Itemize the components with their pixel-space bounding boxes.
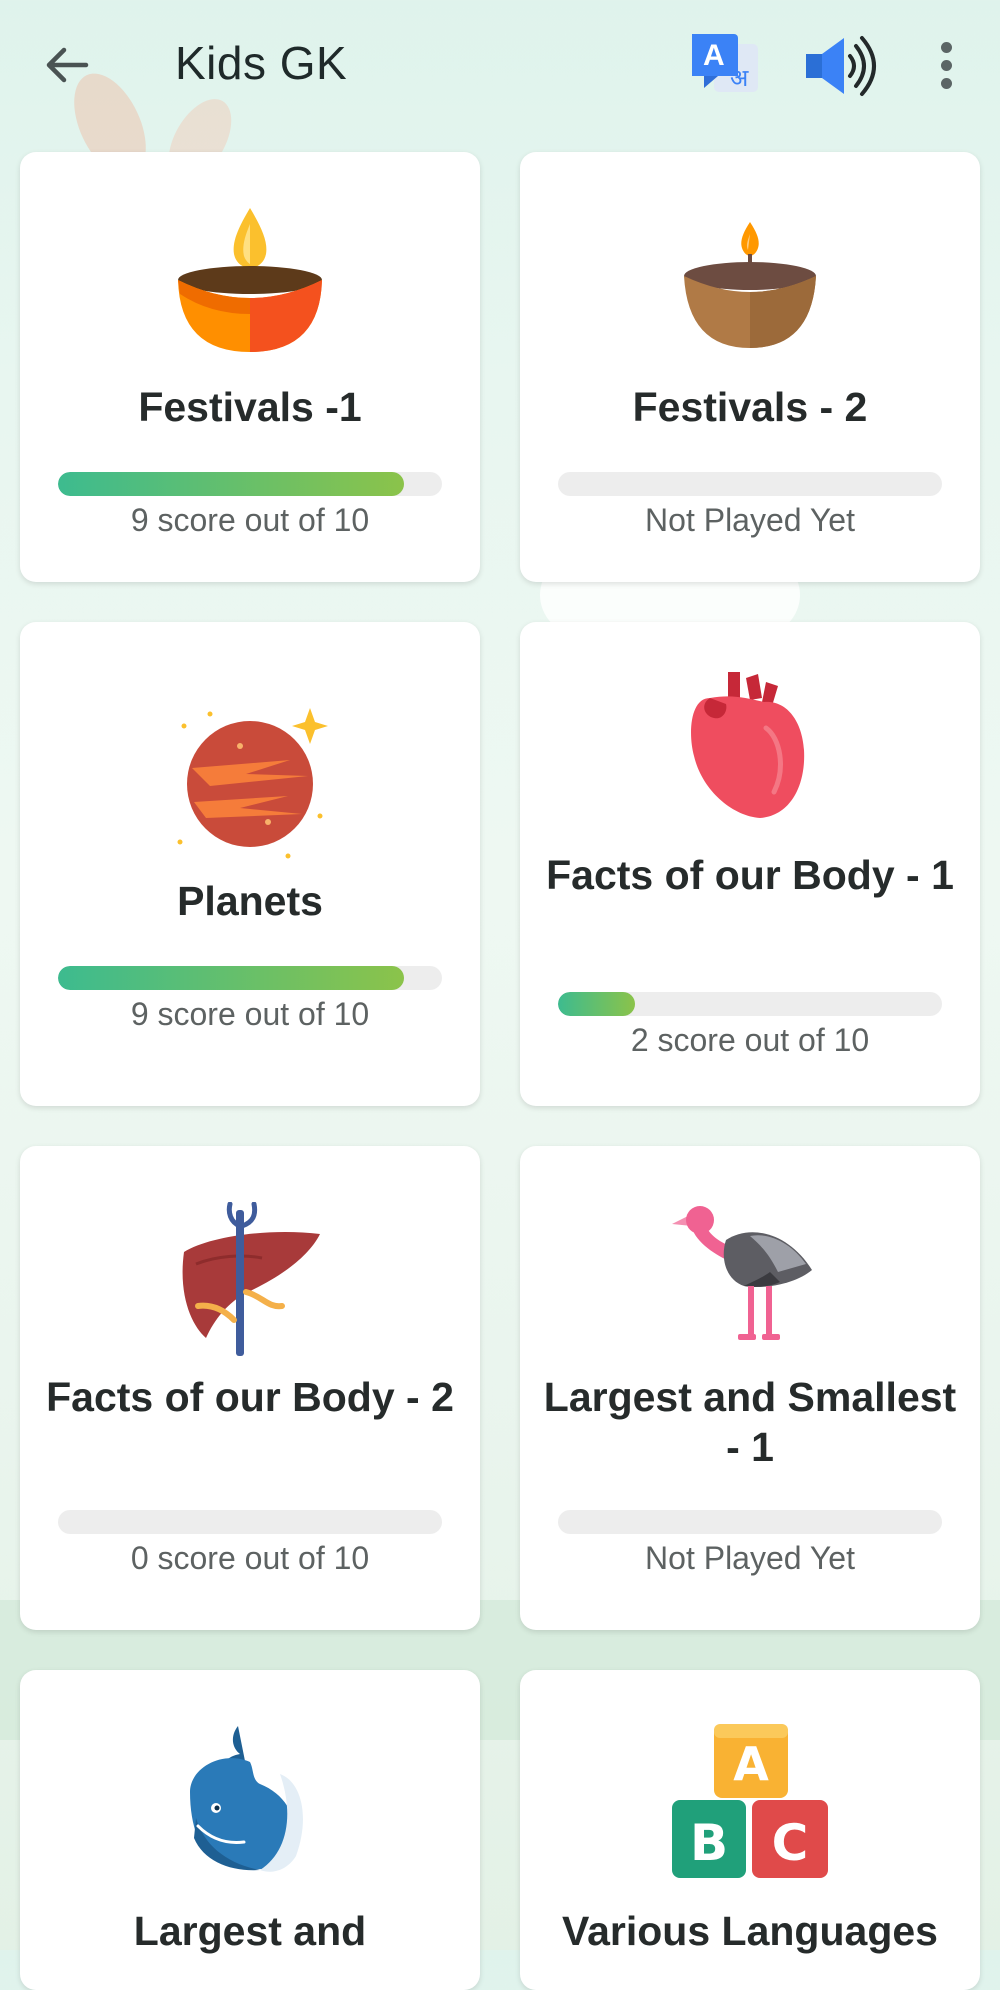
quiz-title: Festivals - 2: [632, 384, 868, 430]
quiz-score: 2 score out of 10: [630, 1022, 870, 1058]
whale-icon: [170, 1722, 330, 1882]
clay-lamp-icon: [670, 202, 830, 362]
page-title: Kids GK: [175, 37, 348, 89]
quiz-card[interactable]: Facts of our Body - 1 2 score out of 10: [520, 622, 980, 1106]
progress-fill: [58, 472, 404, 496]
progress-bar: [58, 472, 442, 496]
quiz-card[interactable]: Largest and Smallest - 1 Not Played Yet: [520, 1146, 980, 1630]
quiz-card[interactable]: A B C Various Languages: [520, 1670, 980, 1990]
progress-bar: [58, 966, 442, 990]
diya-lamp-icon: [170, 202, 330, 362]
quiz-title: Largest and Smallest - 1: [543, 1374, 957, 1470]
progress-bar: [58, 1510, 442, 1534]
quiz-card[interactable]: Planets 9 score out of 10: [20, 622, 480, 1106]
quiz-title: Largest and: [133, 1908, 367, 1954]
quiz-card[interactable]: Festivals - 2 Not Played Yet: [520, 152, 980, 582]
quiz-card[interactable]: Facts of our Body - 2 0 score out of 10: [20, 1146, 480, 1630]
progress-fill: [58, 966, 404, 990]
progress-bar: [558, 992, 942, 1016]
abc-blocks-icon: A B C: [670, 1722, 830, 1882]
translate-icon[interactable]: A अ: [690, 30, 762, 98]
quiz-card[interactable]: Festivals -1 9 score out of 10: [20, 152, 480, 582]
progress-bar: [558, 472, 942, 496]
svg-text:A: A: [733, 1737, 769, 1791]
quiz-title: Planets: [177, 878, 323, 924]
quiz-status: Not Played Yet: [645, 1540, 855, 1576]
quiz-status: Not Played Yet: [645, 502, 855, 538]
arrow-left-icon[interactable]: [42, 40, 92, 90]
speaker-icon[interactable]: [800, 32, 890, 100]
more-vert-icon[interactable]: [930, 42, 962, 90]
quiz-score: 9 score out of 10: [130, 502, 370, 538]
translate-badge-devanagari: अ: [730, 64, 749, 92]
app-bar: Kids GK A अ: [0, 0, 1000, 130]
translate-badge-latin: A: [703, 39, 725, 72]
progress-bar: [558, 1510, 942, 1534]
ostrich-icon: [670, 1196, 830, 1356]
quiz-title: Facts of our Body - 1: [546, 852, 954, 898]
progress-fill: [558, 992, 635, 1016]
quiz-title: Festivals -1: [138, 384, 362, 430]
svg-text:B: B: [690, 1814, 728, 1872]
quiz-title: Various Languages: [562, 1908, 938, 1954]
quiz-title: Facts of our Body - 2: [46, 1374, 454, 1420]
quiz-score: 0 score out of 10: [130, 1540, 370, 1576]
heart-icon: [670, 668, 830, 828]
quiz-card[interactable]: Largest and: [20, 1670, 480, 1990]
planet-icon: [170, 704, 330, 864]
liver-icon: [170, 1201, 330, 1362]
svg-text:C: C: [772, 1814, 809, 1872]
quiz-score: 9 score out of 10: [130, 996, 370, 1032]
